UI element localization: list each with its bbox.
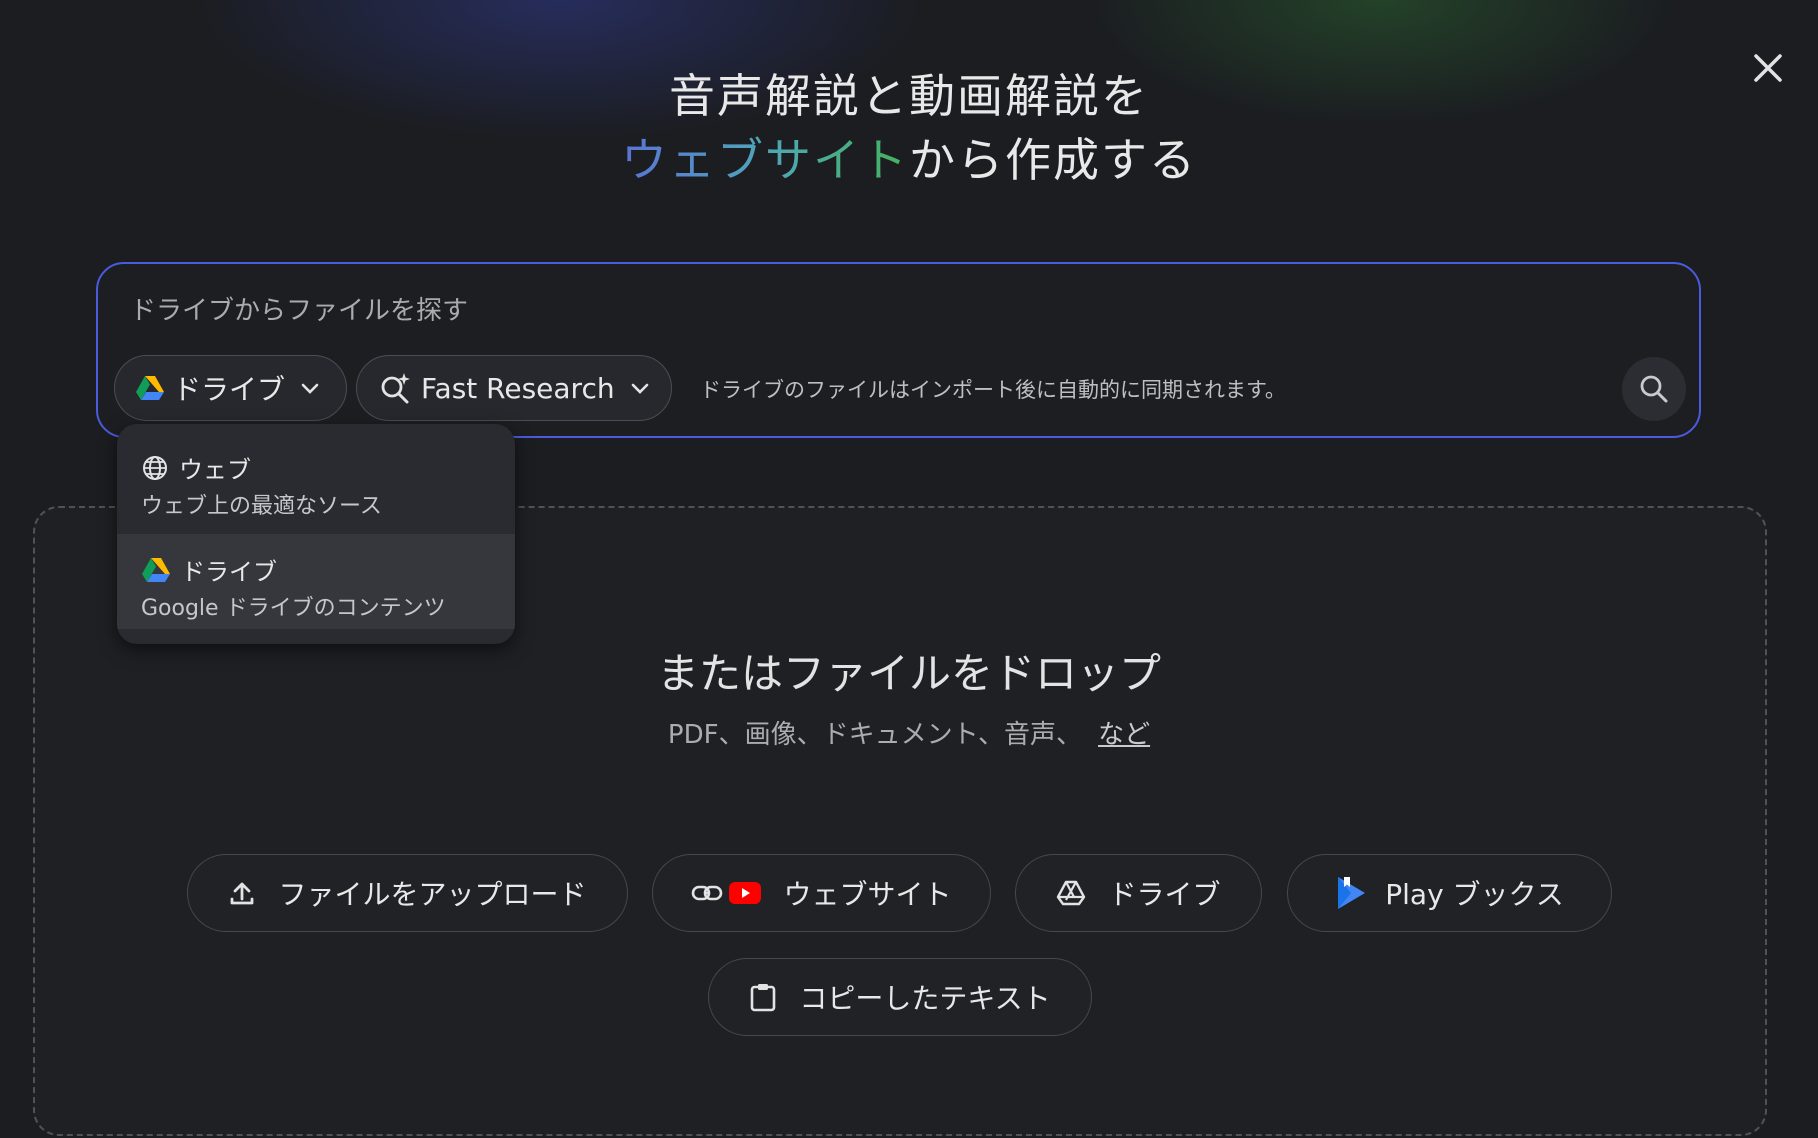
page-title-highlight: ウェブサイト <box>621 133 909 187</box>
page-title-line2: ウェブサイトから作成する <box>0 124 1818 190</box>
drive-outline-icon <box>1056 880 1086 906</box>
search-input[interactable] <box>128 290 1582 332</box>
source-option-web[interactable]: ウェブ ウェブ上の最適なソース <box>117 432 515 527</box>
dropzone-file-types: PDF、画像、ドキュメント、音声、 <box>667 720 1083 750</box>
research-mode-label: Fast Research <box>421 371 615 405</box>
play-books-icon <box>1335 875 1367 911</box>
play-books-button[interactable]: Play ブックス <box>1287 854 1612 932</box>
website-label: ウェブサイト <box>783 878 952 911</box>
copied-text-label: コピーしたテキスト <box>799 982 1051 1015</box>
sync-hint-text: ドライブのファイルはインポート後に自動的に同期されます。 <box>700 378 1286 402</box>
play-books-label: Play ブックス <box>1385 878 1564 911</box>
google-drive-icon <box>142 557 170 582</box>
source-option-web-title: ウェブ <box>179 456 251 484</box>
copied-text-button[interactable]: コピーしたテキスト <box>708 958 1092 1036</box>
drive-button[interactable]: ドライブ <box>1015 854 1262 932</box>
source-chip-label: ドライブ <box>173 373 286 406</box>
source-option-drive[interactable]: ドライブ Google ドライブのコンテンツ <box>117 534 515 629</box>
file-types-more-link[interactable]: など <box>1098 720 1150 750</box>
page-title-line1: 音声解説と動画解説を <box>669 69 1149 123</box>
drive-label: ドライブ <box>1108 878 1221 911</box>
chevron-down-icon <box>629 377 651 399</box>
globe-icon <box>143 455 167 480</box>
website-button[interactable]: ウェブサイト <box>652 854 991 932</box>
search-submit-button[interactable] <box>1622 357 1686 421</box>
google-drive-icon <box>136 376 164 400</box>
source-dropdown-menu: ウェブ ウェブ上の最適なソース ドライブ Google ドライブのコンテンツ <box>117 424 515 644</box>
source-option-drive-title: ドライブ <box>181 558 277 586</box>
youtube-icon <box>729 882 762 904</box>
source-option-web-desc: ウェブ上の最適なソース <box>141 494 382 519</box>
research-mode-chip[interactable]: Fast Research <box>356 355 672 421</box>
upload-file-button[interactable]: ファイルをアップロード <box>187 854 628 932</box>
upload-file-label: ファイルをアップロード <box>278 878 587 911</box>
source-select-chip[interactable]: ドライブ <box>114 355 347 421</box>
dropzone-title: またはファイルをドロップ <box>656 649 1161 698</box>
page-title-rest: から作成する <box>909 133 1197 187</box>
search-icon <box>1640 375 1668 403</box>
dropzone-subtitle: PDF、画像、ドキュメント、音声、 など <box>0 714 1818 751</box>
chevron-down-icon <box>299 377 321 399</box>
upload-icon <box>228 879 256 907</box>
search-sparkle-icon <box>381 373 410 404</box>
link-icon <box>691 883 723 903</box>
clipboard-icon <box>749 982 777 1012</box>
source-option-drive-desc: Google ドライブのコンテンツ <box>141 596 446 621</box>
